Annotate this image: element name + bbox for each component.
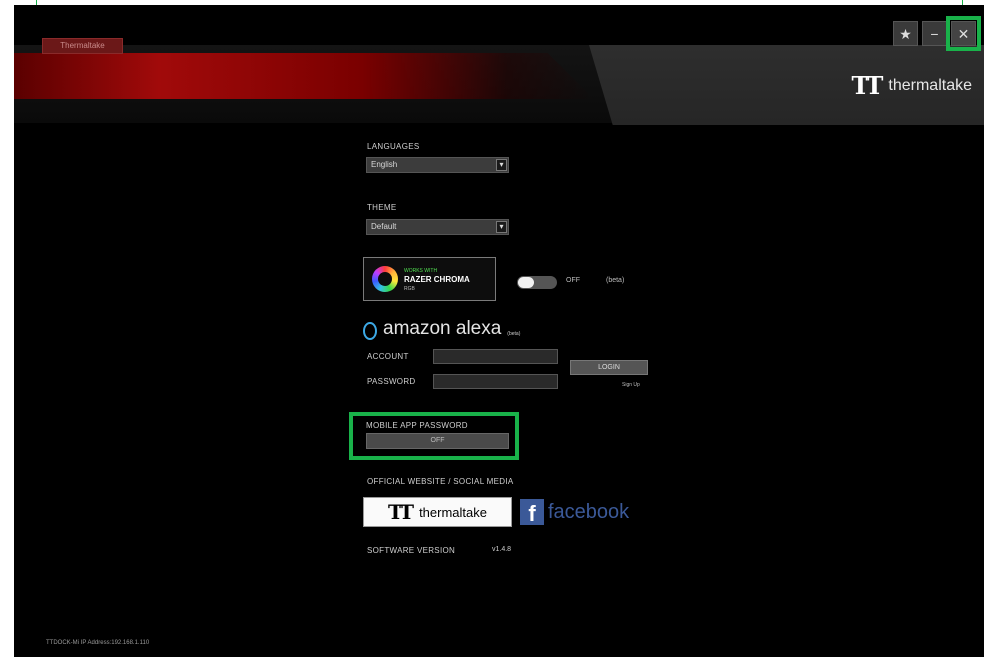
facebook-button[interactable]: f facebook	[520, 499, 630, 526]
toggle-knob	[518, 277, 534, 288]
password-label: PASSWORD	[367, 377, 416, 386]
chevron-down-icon: ▾	[496, 159, 507, 171]
razer-chroma-badge: WORKS WITH RAZER CHROMA RGB	[363, 257, 496, 301]
chevron-down-icon: ▾	[496, 221, 507, 233]
razer-chroma-icon	[372, 266, 398, 292]
theme-value: Default	[371, 222, 397, 231]
close-button[interactable]: ✕	[946, 16, 981, 51]
chroma-toggle-state: OFF	[566, 277, 580, 284]
facebook-label: facebook	[548, 500, 630, 523]
software-version-value: v1.4.8	[492, 546, 512, 553]
facebook-icon: f	[520, 499, 544, 526]
thermaltake-mark-icon: TT	[851, 71, 884, 100]
alexa-wordmark: amazon alexa	[383, 318, 502, 339]
mobile-password-button[interactable]: OFF	[366, 433, 509, 449]
chroma-sub: RGB	[404, 286, 415, 292]
language-select[interactable]: English ▾	[366, 157, 509, 173]
header-red-stripe	[14, 53, 594, 99]
pin-icon[interactable]: ★	[893, 21, 918, 46]
official-label: OFFICIAL WEBSITE / SOCIAL MEDIA	[367, 477, 514, 486]
signup-link[interactable]: Sign Up	[622, 382, 640, 388]
mobile-password-label: MOBILE APP PASSWORD	[366, 421, 468, 430]
account-label: ACCOUNT	[367, 352, 409, 361]
footer-status: TTDOCK-Mi IP Address:192.168.1.110	[46, 640, 150, 646]
password-input[interactable]	[433, 374, 558, 389]
theme-label: THEME	[367, 203, 397, 212]
software-version-label: SOFTWARE VERSION	[367, 546, 456, 555]
login-button[interactable]: LOGIN	[570, 360, 648, 375]
thermaltake-logo: TT thermaltake	[852, 71, 972, 100]
minimize-button[interactable]: −	[922, 21, 947, 46]
chroma-works-with: WORKS WITH	[404, 268, 438, 274]
brand-name: thermaltake	[888, 76, 972, 94]
chroma-title: RAZER CHROMA	[404, 275, 470, 284]
theme-select[interactable]: Default ▾	[366, 219, 509, 235]
alexa-beta: (beta)	[507, 331, 521, 337]
languages-label: LANGUAGES	[367, 142, 420, 151]
alexa-icon	[363, 322, 377, 340]
chroma-extra: (beta)	[606, 277, 625, 284]
account-input[interactable]	[433, 349, 558, 364]
chroma-toggle[interactable]	[517, 276, 557, 289]
top-tab[interactable]: Thermaltake	[42, 38, 123, 54]
thermaltake-button-label: thermaltake	[419, 504, 487, 520]
thermaltake-website-button[interactable]: TT thermaltake	[363, 497, 512, 527]
thermaltake-mark-icon: TT	[388, 500, 414, 524]
amazon-alexa-logo: amazon alexa (beta)	[363, 318, 520, 340]
window-controls: ★ − ✕	[893, 16, 981, 51]
language-value: English	[371, 160, 398, 169]
